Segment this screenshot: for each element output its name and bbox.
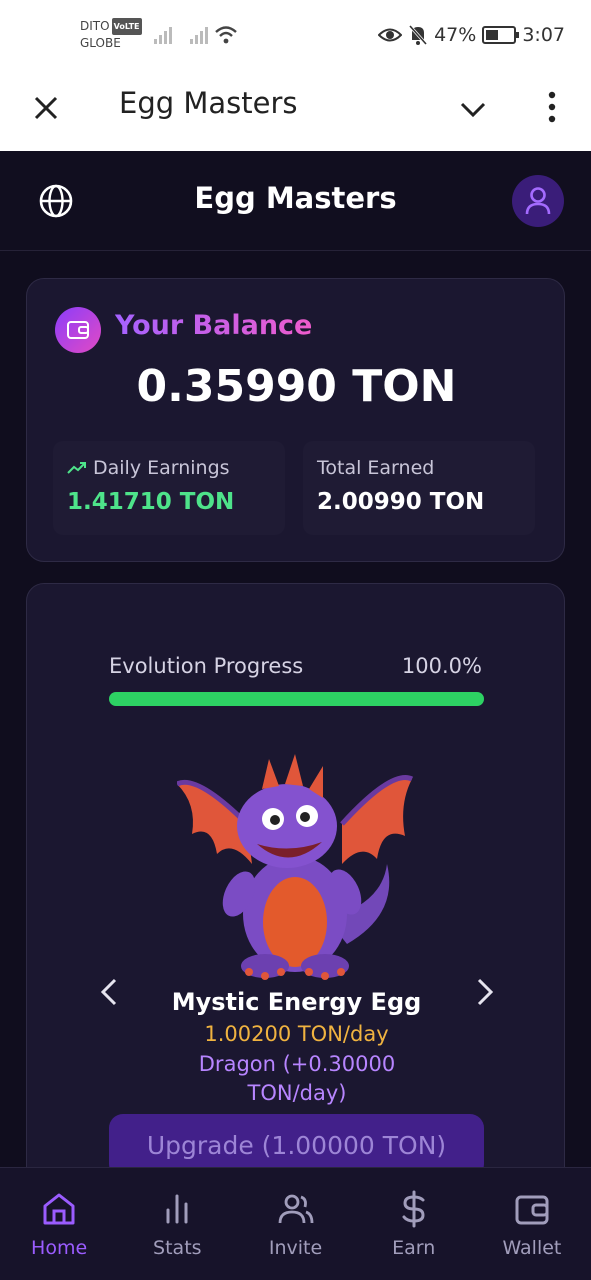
signal-icon-2 [190, 26, 208, 44]
battery-percent: 47% [434, 24, 477, 46]
home-icon [43, 1193, 75, 1225]
egg-rate: 1.00200 TON/day [204, 1022, 389, 1046]
total-earned-box: Total Earned 2.00990 TON [303, 441, 535, 535]
app-header: Egg Masters [0, 151, 591, 251]
page-title: Egg Masters [194, 181, 397, 215]
volte-badge: VoLTE [111, 18, 142, 35]
trending-up-icon [67, 462, 86, 474]
nav-label-invite: Invite [268, 1237, 323, 1259]
total-earned-label: Total Earned [317, 457, 435, 479]
nav-item-home[interactable]: Home [0, 1168, 118, 1280]
close-icon[interactable] [30, 92, 62, 124]
evolution-progress-fill [109, 692, 484, 706]
nav-label-stats: Stats [153, 1237, 202, 1259]
evolution-card: Evolution Progress 100.0% Mystic Energy … [26, 583, 565, 1223]
nav-label-earn: Earn [392, 1237, 436, 1259]
user-icon [525, 187, 551, 215]
nav-label-home: Home [31, 1237, 88, 1259]
more-options-icon[interactable] [540, 90, 564, 124]
status-right: 47% 3:07 [378, 24, 565, 46]
balance-label: Your Balance [115, 310, 313, 341]
carrier-name-2: GLOBE [80, 36, 121, 50]
total-earned-value: 2.00990 TON [317, 489, 485, 515]
carrier-name-1: DITO [80, 19, 110, 33]
app-bar: Egg Masters [0, 72, 591, 151]
bar-chart-icon [166, 1194, 188, 1224]
wallet-icon [515, 1195, 549, 1225]
evolution-progress-bar [109, 692, 484, 706]
dollar-icon [402, 1190, 425, 1228]
chevron-down-icon[interactable] [458, 94, 488, 124]
nav-item-stats[interactable]: Stats [118, 1168, 236, 1280]
daily-earnings-label-row: Daily Earnings [67, 457, 230, 479]
balance-card: Your Balance 0.35990 TON Daily Earnings … [26, 278, 565, 562]
nav-label-wallet: Wallet [502, 1237, 562, 1259]
nav-item-invite[interactable]: Invite [236, 1168, 354, 1280]
egg-bonus: Dragon (+0.30000 TON/day) [198, 1052, 396, 1105]
eye-icon [378, 28, 403, 42]
bottom-nav: Home Stats Invite Earn Wallet [0, 1167, 591, 1280]
signal-icon [154, 26, 172, 44]
battery-icon [482, 26, 520, 44]
clock: 3:07 [522, 24, 565, 46]
bell-muted-icon [408, 25, 428, 45]
wallet-icon [67, 321, 89, 339]
egg-name: Mystic Energy Egg [171, 988, 422, 1016]
balance-amount: 0.35990 TON [136, 361, 457, 412]
nav-item-earn[interactable]: Earn [355, 1168, 473, 1280]
daily-earnings-value: 1.41710 TON [67, 489, 235, 515]
daily-earnings-box: Daily Earnings 1.41710 TON [53, 441, 285, 535]
wallet-badge [55, 307, 101, 353]
carrier-info: DITO VoLTE GLOBE [80, 18, 142, 52]
app-bar-title: Egg Masters [119, 86, 298, 120]
evolution-progress-label: Evolution Progress [109, 654, 304, 678]
wifi-icon [215, 26, 237, 44]
profile-button[interactable] [512, 175, 564, 227]
evolution-progress-percent: 100.0% [401, 654, 482, 678]
dragon-image [177, 754, 414, 980]
nav-item-wallet[interactable]: Wallet [473, 1168, 591, 1280]
users-icon [278, 1194, 313, 1224]
status-bar: DITO VoLTE GLOBE 47% 3:07 [0, 0, 591, 72]
daily-earnings-label: Daily Earnings [93, 457, 230, 479]
